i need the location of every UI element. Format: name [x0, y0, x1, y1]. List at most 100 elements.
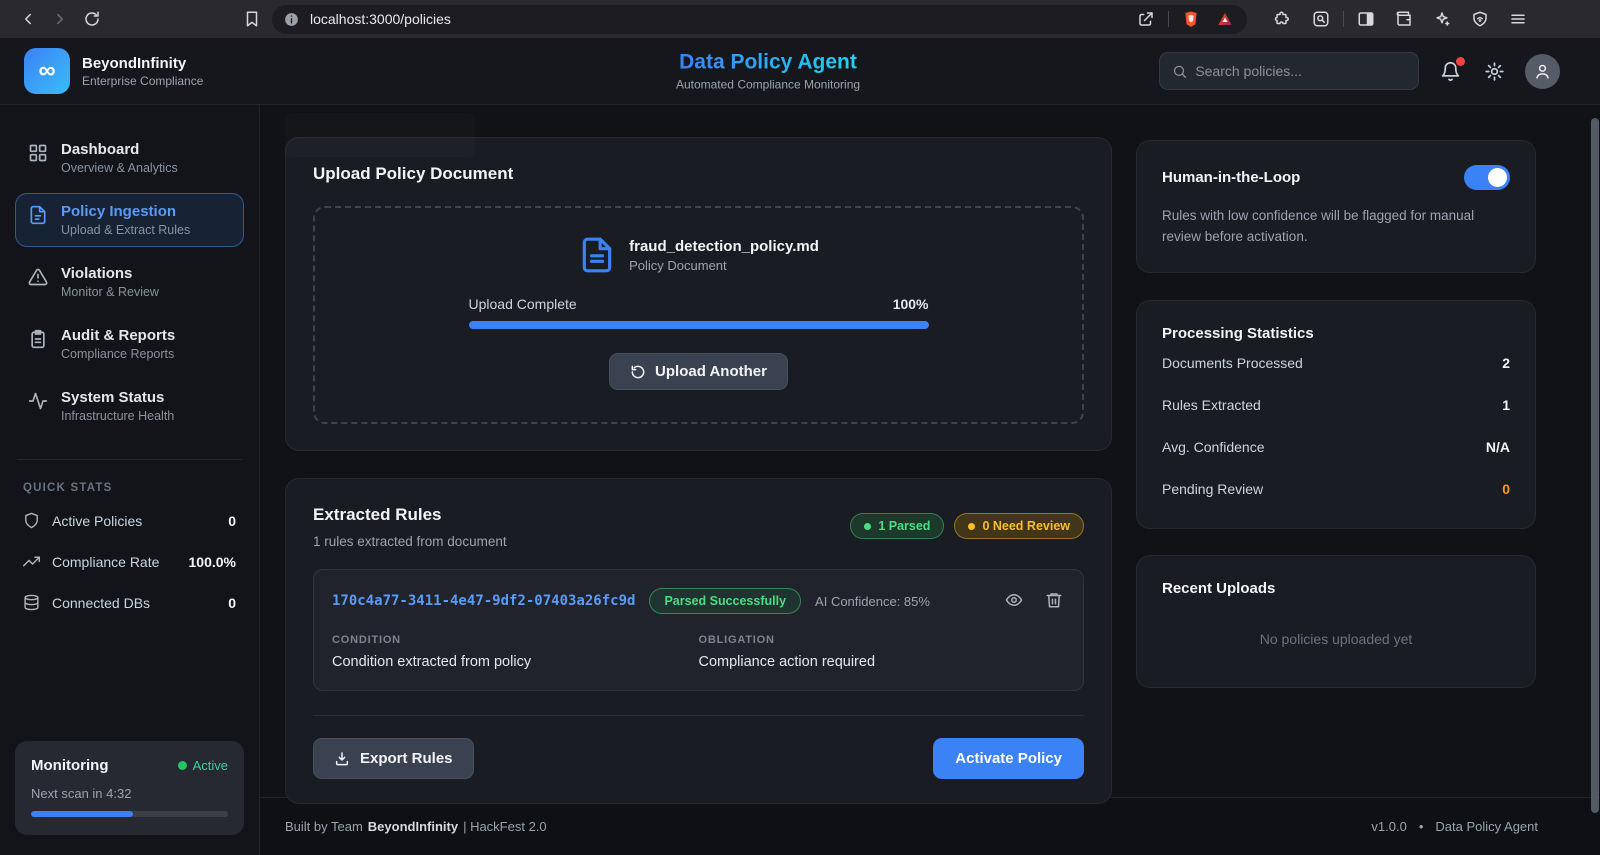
search-box[interactable]	[1159, 52, 1419, 90]
back-icon[interactable]	[12, 3, 44, 35]
wallet-icon[interactable]	[1388, 3, 1420, 35]
trending-up-icon	[23, 553, 40, 570]
dashboard-grid-icon	[28, 143, 48, 168]
forward-icon[interactable]	[44, 3, 76, 35]
stat-value: 100.0%	[188, 553, 236, 570]
stat-label: Rules Extracted	[1162, 396, 1261, 413]
browser-toolbar: localhost:3000/policies	[0, 0, 1600, 38]
eye-icon	[1005, 594, 1023, 606]
right-panel: Human-in-the-Loop Rules with low confide…	[1136, 140, 1536, 797]
recent-uploads-empty: No policies uploaded yet	[1259, 630, 1413, 647]
brand-logo-icon: ∞	[24, 48, 70, 94]
nav-sublabel: Infrastructure Health	[61, 409, 175, 423]
processing-statistics-card: Processing Statistics Documents Processe…	[1136, 299, 1536, 529]
parsed-count-label: 1 Parsed	[878, 519, 931, 533]
need-review-label: 0 Need Review	[982, 519, 1070, 533]
condition-label: CONDITION	[332, 634, 401, 646]
divider	[1168, 11, 1169, 27]
sidebar-divider	[17, 459, 242, 460]
nav-sublabel: Upload & Extract Rules	[61, 223, 191, 237]
export-rules-button[interactable]: Export Rules	[313, 738, 474, 779]
sidebar-item-policy-ingestion[interactable]: Policy Ingestion Upload & Extract Rules	[15, 193, 244, 247]
stat-row-documents-processed: Documents Processed 2	[1162, 342, 1510, 384]
sidebar-item-audit-reports[interactable]: Audit & Reports Compliance Reports	[15, 317, 244, 371]
stat-value: 1	[1502, 396, 1510, 413]
upload-dropzone[interactable]: fraud_detection_policy.md Policy Documen…	[313, 206, 1084, 424]
monitoring-title: Monitoring	[31, 757, 109, 774]
document-icon	[28, 205, 48, 230]
search-input[interactable]	[1195, 63, 1406, 79]
database-icon	[23, 594, 40, 611]
quick-stats-heading: QUICK STATS	[23, 482, 113, 494]
sidebar-panel-icon[interactable]	[1350, 3, 1382, 35]
view-rule-button[interactable]	[1005, 591, 1025, 611]
activate-policy-button[interactable]: Activate Policy	[933, 738, 1084, 779]
upload-another-button[interactable]: Upload Another	[609, 353, 788, 390]
warning-triangle-icon	[28, 267, 48, 292]
need-review-badge: 0 Need Review	[954, 513, 1084, 539]
yellow-dot-icon	[968, 522, 976, 530]
hitl-toggle[interactable]	[1464, 165, 1510, 190]
quick-stat-connected-dbs: Connected DBs 0	[15, 582, 244, 623]
gear-icon	[1484, 61, 1504, 81]
notifications-button[interactable]	[1437, 57, 1465, 84]
refresh-icon	[631, 365, 645, 378]
activity-pulse-icon	[28, 391, 48, 416]
app-root: ∞ BeyondInfinity Enterprise Compliance D…	[0, 38, 1600, 855]
upload-progress-label: Upload Complete	[468, 296, 577, 312]
share-icon[interactable]	[1134, 7, 1158, 31]
reload-icon[interactable]	[76, 3, 108, 35]
brave-shields-icon[interactable]	[1179, 7, 1203, 31]
stats-title: Processing Statistics	[1162, 324, 1314, 342]
rule-actions	[1005, 591, 1065, 611]
vpn-shield-icon[interactable]	[1464, 3, 1496, 35]
brand: ∞ BeyondInfinity Enterprise Compliance	[0, 48, 260, 94]
page-search-icon[interactable]	[1305, 3, 1337, 35]
page-scrollbar[interactable]	[1591, 118, 1599, 813]
sidebar-item-system-status[interactable]: System Status Infrastructure Health	[15, 379, 244, 433]
toggle-knob	[1488, 168, 1507, 187]
stat-label: Pending Review	[1162, 480, 1264, 497]
menu-icon[interactable]	[1502, 3, 1534, 35]
header-actions	[1159, 52, 1600, 90]
leo-ai-icon[interactable]	[1426, 3, 1458, 35]
stat-value: 0	[228, 594, 236, 611]
monitoring-card: Monitoring Active Next scan in 4:32	[15, 741, 244, 835]
rule-row: 170c4a77-3411-4e47-9df2-07403a26fc9d Par…	[313, 569, 1084, 691]
nav-label: System Status	[61, 389, 165, 406]
bookmark-icon[interactable]	[236, 3, 268, 35]
address-bar[interactable]: localhost:3000/policies	[272, 4, 1247, 34]
brave-rewards-icon[interactable]	[1213, 7, 1237, 31]
sidebar-item-violations[interactable]: Violations Monitor & Review	[15, 255, 244, 309]
download-icon	[335, 751, 349, 765]
active-dot-icon	[177, 761, 187, 770]
file-name: fraud_detection_policy.md	[629, 237, 819, 255]
rules-divider	[313, 715, 1084, 716]
site-info-icon[interactable]	[280, 8, 302, 30]
scan-progress-track	[31, 811, 228, 817]
upload-another-label: Upload Another	[655, 363, 767, 380]
nav-sublabel: Overview & Analytics	[61, 161, 178, 175]
rule-confidence: AI Confidence: 85%	[815, 593, 930, 609]
hitl-description: Rules with low confidence will be flagge…	[1162, 208, 1475, 244]
app-footer: Built by Team BeyondInfinity | HackFest …	[260, 797, 1600, 855]
upload-policy-card: Upload Policy Document fraud_detection_p…	[285, 137, 1112, 451]
footer-suffix: | HackFest 2.0	[463, 819, 547, 834]
nav-sublabel: Compliance Reports	[61, 347, 175, 361]
stat-label: Compliance Rate	[52, 553, 160, 570]
person-icon	[1536, 64, 1549, 79]
rules-card-subtitle: 1 rules extracted from document	[313, 534, 507, 549]
nav-label: Dashboard	[61, 141, 140, 158]
stat-label: Avg. Confidence	[1162, 438, 1265, 455]
delete-rule-button[interactable]	[1045, 591, 1065, 611]
settings-button[interactable]	[1481, 58, 1507, 84]
obligation-label: OBLIGATION	[698, 634, 775, 646]
rules-actions: Export Rules Activate Policy	[313, 738, 1084, 779]
user-avatar[interactable]	[1525, 53, 1560, 89]
infinity-glyph: ∞	[38, 57, 56, 84]
recent-uploads-card: Recent Uploads No policies uploaded yet	[1136, 554, 1536, 688]
url-text[interactable]: localhost:3000/policies	[310, 11, 1134, 27]
extensions-icon[interactable]	[1267, 3, 1299, 35]
sidebar-item-dashboard[interactable]: Dashboard Overview & Analytics	[15, 131, 244, 185]
nav-label: Audit & Reports	[61, 327, 176, 344]
